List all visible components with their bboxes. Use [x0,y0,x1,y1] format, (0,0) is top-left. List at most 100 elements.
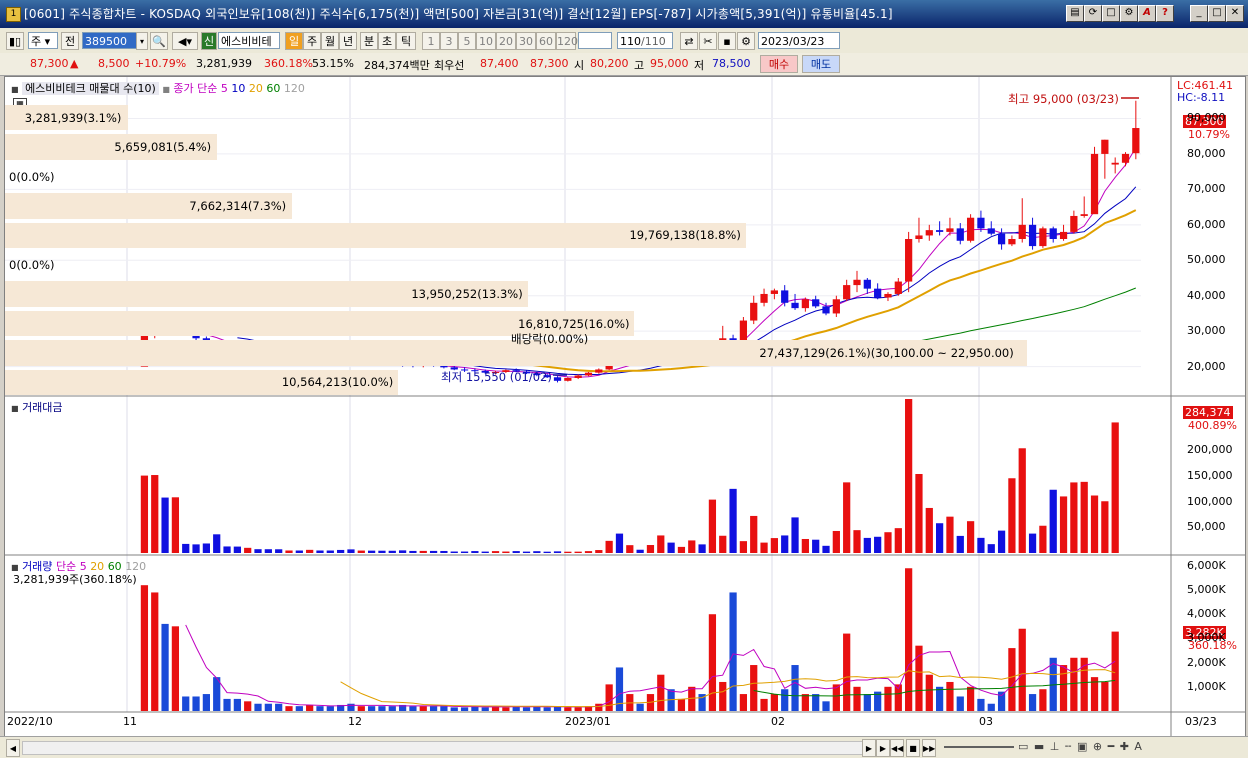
scrollbar-track[interactable] [22,741,864,755]
volume-profile-label: 27,437,129(26.1%)(30,100.00 ~ 22,950.00) [759,345,1014,360]
refresh-icon[interactable]: ⟳ [1084,5,1102,22]
amount-bar [275,549,283,553]
chart-area[interactable]: ■ 에스비비테크 매물대 수(10) ■ 종가 단순 5 10 20 60 12… [4,76,1246,738]
amount-bar [140,475,149,553]
sound-icon[interactable]: ◀▾ [172,32,198,50]
tab-tick[interactable]: 틱 [396,32,416,50]
forward-icon[interactable]: ▶▶ [922,739,936,757]
chevron-down-icon[interactable]: ▾ [136,32,148,50]
amount-bar [936,523,944,553]
tab-week[interactable]: 주 [303,32,321,50]
volume-bar [636,703,644,711]
scissors-icon[interactable]: ✂ [699,32,717,50]
tab-month[interactable]: 월 [321,32,339,50]
x-axis-label: 03 [979,715,993,728]
amount-bar [719,535,727,553]
interval-60[interactable]: 60 [536,32,556,50]
prev-button[interactable]: 전 [61,32,79,50]
stock-name-field[interactable]: 에스비비테 [218,32,280,49]
volume-bar [605,684,613,711]
new-badge[interactable]: 신 [201,32,217,50]
amount-bar [502,551,510,553]
ma-label[interactable]: 종가 단순 [173,82,217,95]
amount-bar [171,497,180,553]
volume-bar [719,681,727,711]
volume-profile-label: 19,769,138(18.8%) [629,228,741,243]
maximize-icon[interactable]: □ [1208,5,1226,22]
series-label[interactable]: 에스비비테크 매물대 수(10) [22,82,159,95]
custom-interval-select[interactable] [578,32,612,49]
tab-minute[interactable]: 분 [360,32,378,50]
play-icon[interactable]: ▶ [876,739,890,757]
volume-info: 3,281,939주(360.18%) [13,573,137,586]
volume-bar [956,696,964,711]
price-axis-label: 40,000 [1187,288,1226,302]
stop-icon[interactable]: ■ [906,739,920,757]
volume-bar [233,698,241,711]
amount-bar [419,550,427,553]
market-select[interactable]: 주 ▾ [28,32,58,49]
interval-5[interactable]: 5 [458,32,476,50]
scroll-left-icon[interactable]: ◀ [6,739,20,757]
scroll-right-icon[interactable]: ▶ [862,739,876,757]
chart-app-icon[interactable]: 1 [6,7,21,22]
interval-1[interactable]: 1 [422,32,440,50]
tool-icon[interactable]: ⇄ [680,32,698,50]
sell-button[interactable]: 매도 [802,55,840,73]
close-icon[interactable]: ✕ [1226,5,1244,22]
ma-120: 120 [283,82,305,95]
amount-bar [357,550,365,553]
tab-second[interactable]: 초 [378,32,396,50]
candle-body [781,290,789,303]
window-icon[interactable]: □ [1102,5,1120,22]
interval-120[interactable]: 120 [556,32,578,50]
gear-icon[interactable]: ⚙ [737,32,755,50]
price-axis-label: 90,000 [1187,111,1226,125]
font-icon[interactable]: A [1138,5,1156,22]
date-input[interactable]: 2023/03/23 [758,32,840,49]
search-icon[interactable]: 🔍 [150,32,168,50]
amount-bar [595,550,603,553]
price-axis-label: 70,000 [1187,182,1226,196]
candle-body [1018,224,1026,239]
amount-bar [1080,481,1088,553]
volume-bar [254,703,262,711]
volume-bar [936,686,944,711]
amount-bar [285,550,293,553]
chart-type-icon[interactable]: ▮▯ [6,32,24,50]
zoom-slider[interactable] [944,746,1014,748]
drawing-tools-icon[interactable]: ▭ ▬ ⊥ ╌ ▣ ⊕ ━ ✚ A [1018,740,1143,753]
candle-body [997,233,1006,245]
volume-bar [657,674,665,711]
count-field[interactable]: 110/110 [617,32,673,49]
buy-button[interactable]: 매수 [760,55,798,73]
volume-bar [522,707,531,711]
volume-bar [812,694,820,711]
volume-profile-label: 0(0.0%) [9,169,55,184]
candle-body [874,288,882,298]
candle-body [966,217,975,241]
interval-20[interactable]: 20 [496,32,516,50]
interval-3[interactable]: 3 [440,32,458,50]
rewind-icon[interactable]: ◀◀ [890,739,904,757]
save-icon[interactable]: ▪ [718,32,736,50]
minimize-icon[interactable]: _ [1190,5,1208,22]
amount-title[interactable]: 거래대금 [22,401,62,414]
help-icon[interactable]: ? [1156,5,1174,22]
candle-body [1132,128,1140,154]
amount-bar [295,550,303,553]
volume-bar [863,694,871,711]
layout-icon[interactable]: ▤ [1066,5,1084,22]
amount-bar [884,532,892,553]
volume-bar [326,706,334,711]
amount-bar [1090,495,1099,553]
interval-30[interactable]: 30 [516,32,536,50]
tab-day[interactable]: 일 [285,32,303,50]
interval-10[interactable]: 10 [476,32,496,50]
settings-icon[interactable]: ⚙ [1120,5,1138,22]
tab-year[interactable]: 년 [339,32,357,50]
amount-bar [1018,448,1026,553]
amount-bar [688,540,696,553]
candle-body [915,235,923,239]
chart-canvas[interactable] [5,77,1245,737]
